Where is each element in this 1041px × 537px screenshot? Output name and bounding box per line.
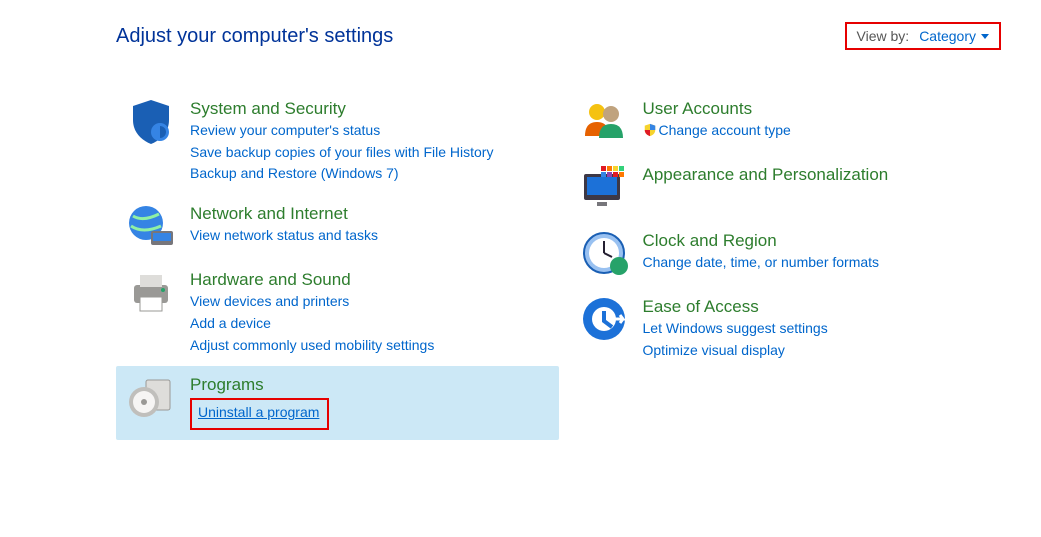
- printer-icon: [126, 267, 176, 317]
- category-title[interactable]: Clock and Region: [643, 230, 880, 252]
- shield-icon: [126, 96, 176, 146]
- uninstall-highlight-box: Uninstall a program: [190, 398, 329, 430]
- category-item: System and Security Review your computer…: [116, 90, 559, 195]
- category-title[interactable]: System and Security: [190, 98, 493, 120]
- category-title[interactable]: Network and Internet: [190, 203, 378, 225]
- users-icon: [579, 96, 629, 146]
- category-item: Clock and Region Change date, time, or n…: [569, 222, 1012, 288]
- category-link[interactable]: View devices and printers: [190, 291, 434, 313]
- category-title[interactable]: Ease of Access: [643, 296, 828, 318]
- category-item: Programs Uninstall a program: [116, 366, 559, 440]
- viewby-value-text: Category: [919, 28, 976, 44]
- globe-icon: [126, 201, 176, 251]
- category-link[interactable]: Uninstall a program: [198, 402, 319, 424]
- category-link[interactable]: Review your computer's status: [190, 120, 493, 142]
- category-link[interactable]: Optimize visual display: [643, 340, 828, 362]
- category-link[interactable]: View network status and tasks: [190, 225, 378, 247]
- category-item: Hardware and Sound View devices and prin…: [116, 261, 559, 366]
- viewby-dropdown[interactable]: Category: [919, 28, 989, 44]
- category-item: Network and Internet View network status…: [116, 195, 559, 261]
- category-item: Appearance and Personalization: [569, 156, 1012, 222]
- category-link[interactable]: Adjust commonly used mobility settings: [190, 335, 434, 357]
- category-item: User Accounts Change account type: [569, 90, 1012, 156]
- page-title: Adjust your computer's settings: [116, 25, 393, 48]
- access-icon: [579, 294, 629, 344]
- viewby-highlight-box: View by: Category: [845, 22, 1001, 50]
- chevron-down-icon: [981, 34, 989, 39]
- category-link[interactable]: Change account type: [643, 120, 791, 142]
- category-title[interactable]: Programs: [190, 374, 329, 396]
- category-link[interactable]: Save backup copies of your files with Fi…: [190, 142, 493, 164]
- category-link[interactable]: Add a device: [190, 313, 434, 335]
- category-link[interactable]: Let Windows suggest settings: [643, 318, 828, 340]
- category-link[interactable]: Backup and Restore (Windows 7): [190, 163, 493, 185]
- viewby-label: View by:: [857, 28, 910, 44]
- disc-icon: [126, 372, 176, 422]
- category-link[interactable]: Change date, time, or number formats: [643, 252, 880, 274]
- uac-shield-icon: [643, 123, 657, 137]
- category-title[interactable]: User Accounts: [643, 98, 791, 120]
- category-title[interactable]: Hardware and Sound: [190, 269, 434, 291]
- category-title[interactable]: Appearance and Personalization: [643, 164, 889, 186]
- category-item: Ease of Access Let Windows suggest setti…: [569, 288, 1012, 371]
- monitor-icon: [579, 162, 629, 212]
- clock-icon: [579, 228, 629, 278]
